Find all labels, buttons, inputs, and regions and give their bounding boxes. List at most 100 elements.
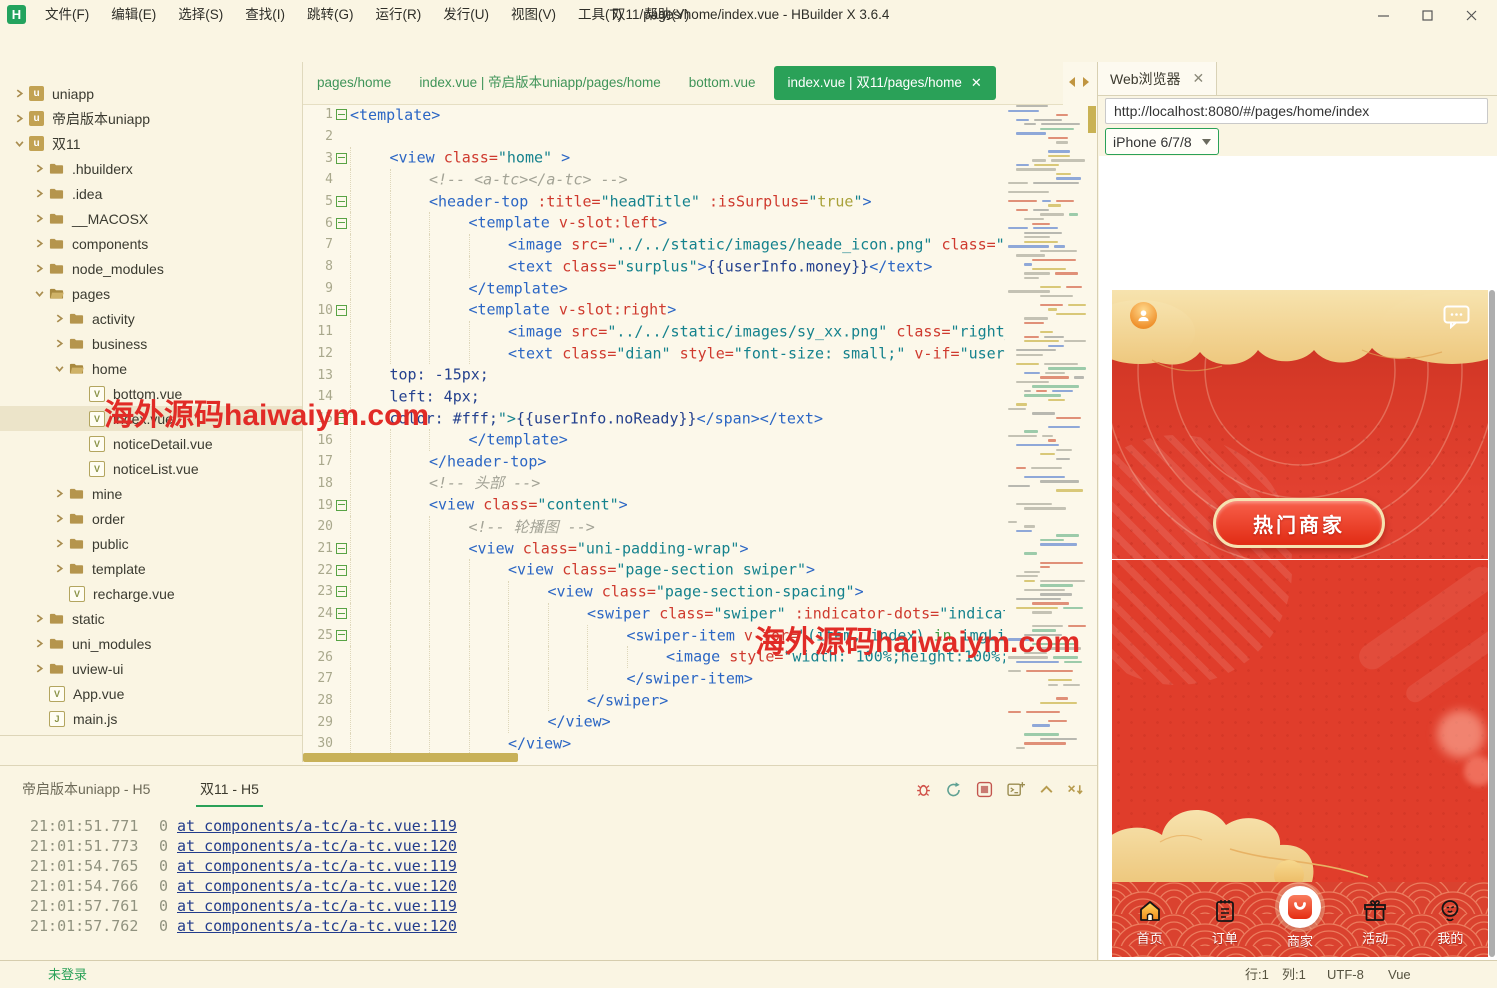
close-icon[interactable]	[1449, 0, 1493, 30]
tree-expand-icon[interactable]	[12, 139, 26, 148]
code-editor[interactable]: pages/homeindex.vue | 帝启版本uniapp/pages/h…	[303, 62, 1097, 765]
tree-item-uview-ui[interactable]: uview-ui	[0, 656, 302, 681]
tree-item-.idea[interactable]: .idea	[0, 181, 302, 206]
log-source-link[interactable]: at components/a-tc/a-tc.vue:119	[177, 857, 457, 875]
tree-expand-icon[interactable]	[52, 339, 66, 348]
tree-item-static[interactable]: static	[0, 606, 302, 631]
tree-item-帝启版本uniapp[interactable]: u帝启版本uniapp	[0, 106, 302, 131]
browser-tab-close-icon[interactable]: ✕	[1193, 70, 1205, 87]
tree-item-pages[interactable]: pages	[0, 281, 302, 306]
tree-item-index.vue[interactable]: Vindex.vue	[0, 406, 302, 431]
tree-expand-icon[interactable]	[32, 214, 46, 223]
login-status[interactable]: 未登录	[48, 961, 87, 988]
tree-item-uniapp[interactable]: uuniapp	[0, 81, 302, 106]
fold-marker[interactable]	[333, 586, 350, 597]
editor-tab[interactable]: bottom.vue	[675, 62, 770, 104]
tree-expand-icon[interactable]	[52, 514, 66, 523]
fold-marker[interactable]	[333, 543, 350, 554]
console-restart-icon[interactable]	[945, 781, 962, 798]
minimap[interactable]	[1005, 105, 1089, 755]
tree-item-noticeList.vue[interactable]: VnoticeList.vue	[0, 456, 302, 481]
fold-marker[interactable]	[333, 413, 350, 424]
tree-item-order[interactable]: order	[0, 506, 302, 531]
url-input[interactable]: http://localhost:8080/#/pages/home/index	[1105, 98, 1488, 124]
fold-marker[interactable]	[333, 500, 350, 511]
tree-expand-icon[interactable]	[52, 539, 66, 548]
hot-merchants-button[interactable]: 热门商家	[1213, 498, 1385, 548]
log-source-link[interactable]: at components/a-tc/a-tc.vue:120	[177, 917, 457, 935]
fold-marker[interactable]	[333, 196, 350, 207]
tree-item-node_modules[interactable]: node_modules	[0, 256, 302, 281]
tree-expand-icon[interactable]	[12, 89, 26, 98]
device-selector[interactable]: iPhone 6/7/8	[1105, 128, 1219, 155]
menu-item[interactable]: 视图(V)	[500, 0, 567, 30]
preview-scrollbar-thumb[interactable]	[1489, 290, 1495, 957]
tab-scroll-arrows[interactable]	[1067, 76, 1091, 88]
tree-item-main.js[interactable]: Jmain.js	[0, 706, 302, 731]
menu-item[interactable]: 文件(F)	[34, 0, 100, 30]
console-collapse-icon[interactable]	[1038, 781, 1055, 798]
tree-item-.hbuilderx[interactable]: .hbuilderx	[0, 156, 302, 181]
menu-item[interactable]: 编辑(E)	[100, 0, 167, 30]
tree-item-public[interactable]: public	[0, 531, 302, 556]
tree-item-recharge.vue[interactable]: Vrecharge.vue	[0, 581, 302, 606]
minimap-scrollbar-thumb[interactable]	[1088, 106, 1096, 133]
fold-marker[interactable]	[333, 565, 350, 576]
menu-item[interactable]: 查找(I)	[234, 0, 296, 30]
log-source-link[interactable]: at components/a-tc/a-tc.vue:119	[177, 817, 457, 835]
tree-expand-icon[interactable]	[52, 564, 66, 573]
fold-marker[interactable]	[333, 630, 350, 641]
tree-expand-icon[interactable]	[32, 664, 46, 673]
nav-item-活动[interactable]: 活动	[1343, 882, 1407, 957]
tree-expand-icon[interactable]	[52, 364, 66, 373]
log-source-link[interactable]: at components/a-tc/a-tc.vue:120	[177, 837, 457, 855]
avatar[interactable]	[1130, 302, 1157, 329]
tree-expand-icon[interactable]	[52, 489, 66, 498]
editor-tab[interactable]: pages/home	[303, 62, 405, 104]
console-debug-icon[interactable]	[915, 781, 932, 798]
fold-marker[interactable]	[333, 218, 350, 229]
menu-item[interactable]: 跳转(G)	[296, 0, 365, 30]
tree-expand-icon[interactable]	[52, 314, 66, 323]
console-tab-diqi[interactable]: 帝启版本uniapp - H5	[22, 779, 150, 799]
tree-item-business[interactable]: business	[0, 331, 302, 356]
fold-marker[interactable]	[333, 153, 350, 164]
tree-item-components[interactable]: components	[0, 231, 302, 256]
console-tab-shuang11[interactable]: 双11 - H5	[196, 779, 263, 807]
tree-expand-icon[interactable]	[32, 164, 46, 173]
menu-item[interactable]: 选择(S)	[167, 0, 234, 30]
menu-item[interactable]: 发行(U)	[432, 0, 500, 30]
tree-expand-icon[interactable]	[32, 639, 46, 648]
tree-item-mine[interactable]: mine	[0, 481, 302, 506]
fold-marker[interactable]	[333, 608, 350, 619]
tree-item-__MACOSX[interactable]: __MACOSX	[0, 206, 302, 231]
editor-tab[interactable]: index.vue | 帝启版本uniapp/pages/home	[405, 62, 674, 104]
nav-item-我的[interactable]: 我的	[1418, 882, 1482, 957]
editor-tab[interactable]: index.vue | 双11/pages/home✕	[774, 66, 996, 100]
fold-marker[interactable]	[333, 109, 350, 120]
tree-item-noticeDetail.vue[interactable]: VnoticeDetail.vue	[0, 431, 302, 456]
log-source-link[interactable]: at components/a-tc/a-tc.vue:119	[177, 897, 457, 915]
menu-item[interactable]: 运行(R)	[365, 0, 433, 30]
tree-item-双11[interactable]: u双11	[0, 131, 302, 156]
tree-item-template[interactable]: template	[0, 556, 302, 581]
minimize-icon[interactable]	[1361, 0, 1405, 30]
nav-item-订单[interactable]: 订单	[1193, 882, 1257, 957]
tree-item-home[interactable]: home	[0, 356, 302, 381]
tree-expand-icon[interactable]	[32, 239, 46, 248]
tree-expand-icon[interactable]	[32, 189, 46, 198]
log-source-link[interactable]: at components/a-tc/a-tc.vue:120	[177, 877, 457, 895]
browser-tab[interactable]: Web浏览器 ✕	[1098, 62, 1217, 95]
console-stop-icon[interactable]	[976, 781, 993, 798]
tree-item-uni_modules[interactable]: uni_modules	[0, 631, 302, 656]
tree-item-App.vue[interactable]: VApp.vue	[0, 681, 302, 706]
nav-item-商家[interactable]: 商家	[1268, 882, 1332, 957]
tree-item-activity[interactable]: activity	[0, 306, 302, 331]
console-clear-icon[interactable]	[1066, 781, 1083, 798]
tab-close-icon[interactable]: ✕	[971, 66, 982, 100]
tree-expand-icon[interactable]	[32, 614, 46, 623]
horizontal-scrollbar-thumb[interactable]	[303, 753, 518, 762]
tree-expand-icon[interactable]	[32, 289, 46, 298]
console-new-terminal-icon[interactable]	[1007, 781, 1024, 798]
maximize-icon[interactable]	[1405, 0, 1449, 30]
